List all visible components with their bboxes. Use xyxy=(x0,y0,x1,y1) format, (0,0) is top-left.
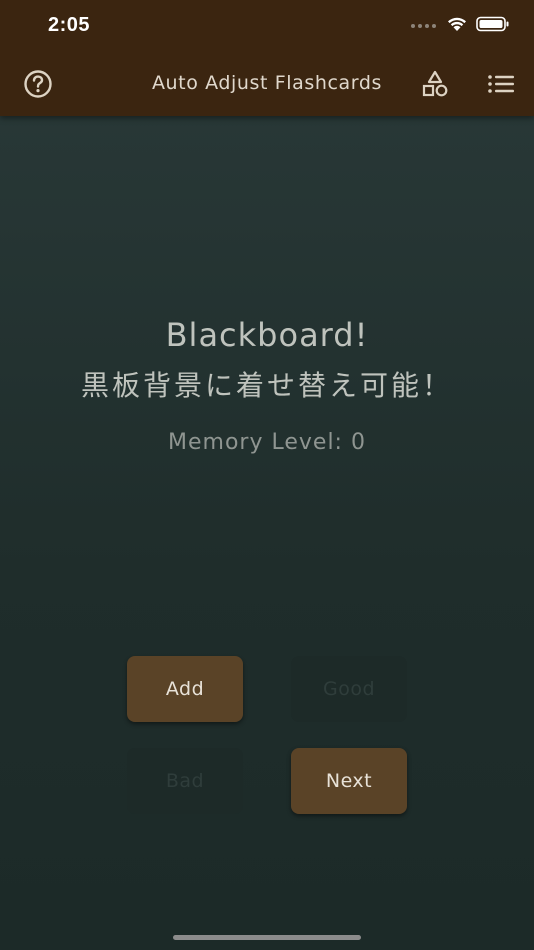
page-title: Auto Adjust Flashcards xyxy=(151,72,383,94)
wifi-icon xyxy=(446,16,468,36)
good-button[interactable]: Good xyxy=(291,656,407,722)
theme-button[interactable] xyxy=(417,68,453,104)
header-bar: 2:05 Auto Adjust Flashcards xyxy=(0,0,534,116)
add-button[interactable]: Add xyxy=(127,656,243,722)
status-icons xyxy=(411,16,510,36)
home-indicator[interactable] xyxy=(173,935,361,940)
list-icon xyxy=(487,73,515,99)
shapes-icon xyxy=(420,69,450,103)
list-button[interactable] xyxy=(483,68,519,104)
app-screen: 2:05 Auto Adjust Flashcards Blackboard! … xyxy=(0,0,534,950)
card-subtext: 黒板背景に着せ替え可能！ xyxy=(80,369,453,402)
memory-level-label: Memory Level: 0 xyxy=(168,430,366,455)
next-button[interactable]: Next xyxy=(291,748,407,814)
status-time: 2:05 xyxy=(48,14,91,36)
battery-icon xyxy=(476,16,510,36)
navigation-bar: Auto Adjust Flashcards xyxy=(0,60,534,110)
card-front-text: Blackboard! xyxy=(165,316,369,354)
bad-button[interactable]: Bad xyxy=(127,748,243,814)
cellular-signal-icon xyxy=(411,24,436,28)
